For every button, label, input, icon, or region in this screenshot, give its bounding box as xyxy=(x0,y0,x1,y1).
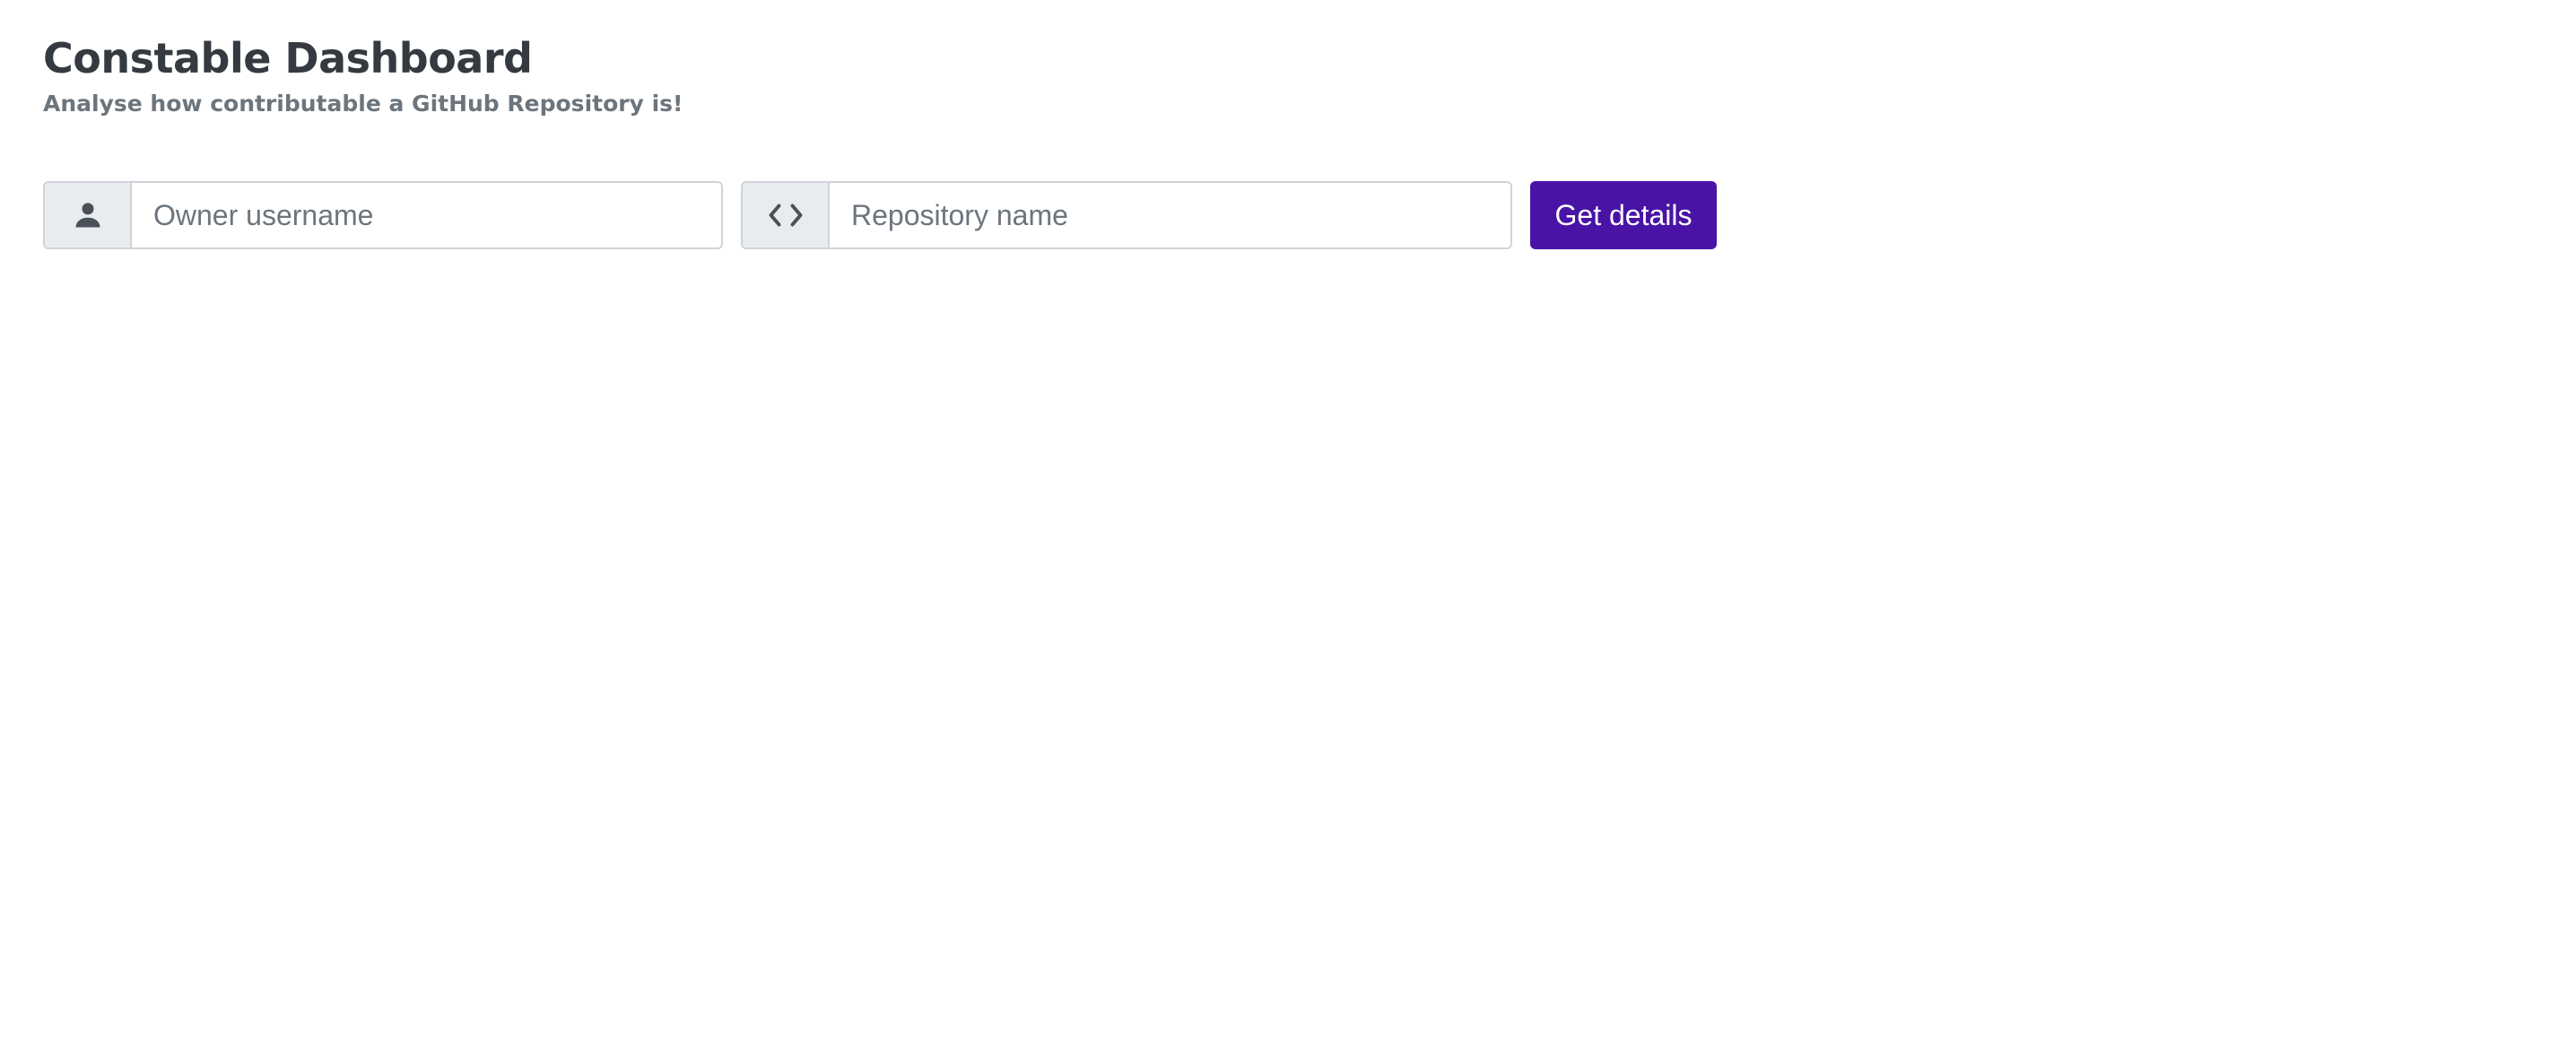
repository-input-group xyxy=(741,181,1512,249)
repository-name-input[interactable] xyxy=(830,183,1510,247)
page-subtitle: Analyse how contributable a GitHub Repos… xyxy=(43,91,683,117)
owner-input-group xyxy=(43,181,723,249)
code-icon xyxy=(767,202,805,229)
page: Constable Dashboard Analyse how contribu… xyxy=(0,0,2576,1049)
user-icon xyxy=(73,200,103,230)
owner-username-input[interactable] xyxy=(132,183,721,247)
get-details-button[interactable]: Get details xyxy=(1530,181,1717,249)
owner-addon xyxy=(45,183,132,247)
page-title: Constable Dashboard xyxy=(43,34,533,82)
repository-addon xyxy=(743,183,830,247)
repository-search-form: Get details xyxy=(43,181,1717,249)
